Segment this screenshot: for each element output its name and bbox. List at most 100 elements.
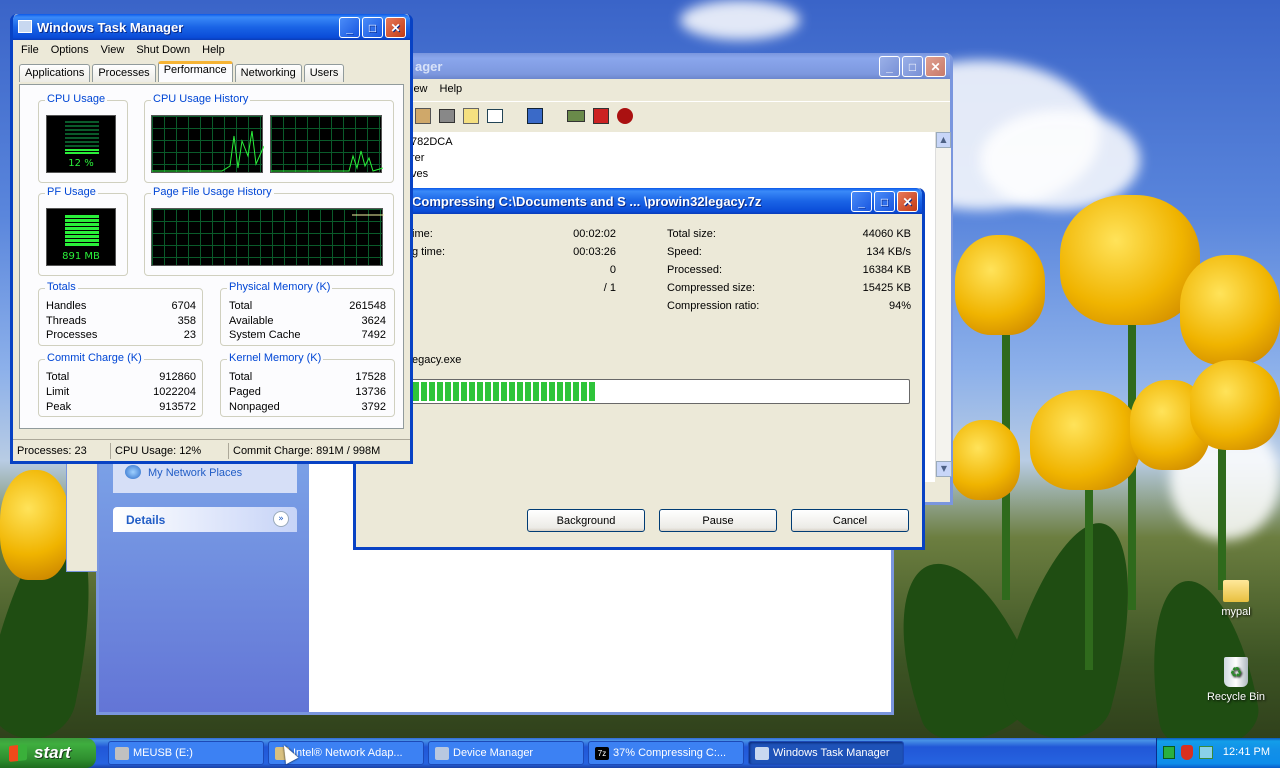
vertical-scrollbar[interactable]: ▲ ▼ <box>935 132 952 477</box>
pause-button[interactable]: Pause <box>659 509 777 532</box>
scroll-down-button[interactable]: ▼ <box>936 461 952 477</box>
view-icon[interactable] <box>487 108 503 123</box>
tulip-image <box>1180 255 1280 365</box>
desktop-icon-label: Recycle Bin <box>1206 691 1266 703</box>
background-button[interactable]: Background <box>527 509 645 532</box>
security-shield-icon[interactable] <box>1181 745 1193 760</box>
pf-usage-value: 891 MB <box>62 251 100 262</box>
tab-strip: Applications Processes Performance Netwo… <box>13 60 410 82</box>
desktop-icon-recycle-bin[interactable]: ♻ Recycle Bin <box>1201 657 1271 703</box>
progress-bar <box>410 379 910 404</box>
details-label: Details <box>126 513 166 527</box>
network-status-icon[interactable] <box>1199 746 1213 759</box>
menu-shut-down[interactable]: Shut Down <box>130 44 196 56</box>
current-file: egacy.exe <box>412 354 462 366</box>
taskbar-button-meusb[interactable]: MEUSB (E:) <box>108 741 264 765</box>
menu-help[interactable]: Help <box>434 83 469 95</box>
maximize-button[interactable]: □ <box>874 191 895 212</box>
tulip-image <box>1060 195 1200 325</box>
status-processes: Processes: 23 <box>13 442 111 459</box>
tulip-image <box>950 420 1020 500</box>
tab-networking[interactable]: Networking <box>234 64 302 82</box>
properties-icon[interactable] <box>415 107 431 124</box>
speed-value: 134 KB/s <box>866 246 911 258</box>
uninstall-device-icon[interactable] <box>617 107 633 124</box>
tulip-image <box>1030 390 1140 490</box>
pf-usage-meter: 891 MB <box>46 208 116 266</box>
disable-device-icon[interactable] <box>593 107 609 124</box>
device-manager-titlebar[interactable]: ager _ □ ✕ <box>407 53 950 79</box>
menu-help[interactable]: Help <box>196 44 231 56</box>
compressed-size-label: Compressed size: <box>667 282 756 294</box>
device-manager-menubar: iew Help <box>407 79 950 99</box>
task-manager-window: Windows Task Manager _ □ ✕ File Options … <box>10 14 413 464</box>
close-button[interactable]: ✕ <box>897 191 918 212</box>
processed-label: Processed: <box>667 264 723 276</box>
drive-icon <box>115 747 129 760</box>
menu-file[interactable]: File <box>15 44 45 56</box>
scroll-up-button[interactable]: ▲ <box>936 132 951 148</box>
taskbar-button-7zip[interactable]: 7z 37% Compressing C:... <box>588 741 744 765</box>
task-manager-menubar: File Options View Shut Down Help <box>13 40 410 60</box>
total-size-value: 44060 KB <box>862 228 911 240</box>
chevron-down-icon[interactable]: » <box>273 511 289 527</box>
taskbar: start MEUSB (E:) Intel® Network Adap... … <box>0 738 1280 768</box>
device-manager-icon <box>435 747 449 760</box>
speed-label: Speed: <box>667 246 702 258</box>
tree-item[interactable]: ves <box>411 168 428 180</box>
folder-icon <box>1223 580 1249 602</box>
tab-users[interactable]: Users <box>303 64 345 82</box>
details-panel-header[interactable]: Details » <box>113 507 297 532</box>
pf-history-graph <box>151 208 384 266</box>
print-icon[interactable] <box>439 108 455 123</box>
minimize-button[interactable]: _ <box>851 191 872 212</box>
tab-processes[interactable]: Processes <box>92 64 156 82</box>
taskbar-button-task-manager[interactable]: Windows Task Manager <box>748 741 904 765</box>
minimize-button[interactable]: _ <box>879 56 900 77</box>
taskbar-button-device-manager[interactable]: Device Manager <box>428 741 584 765</box>
remaining-time-label: g time: <box>412 246 446 258</box>
tree-item[interactable]: rer <box>411 152 424 164</box>
window-title: Windows Task Manager <box>37 19 184 35</box>
tulip-image <box>0 470 70 580</box>
maximize-button[interactable]: □ <box>902 56 923 77</box>
clock[interactable]: 12:41 PM <box>1223 746 1270 758</box>
processed-value: 16384 KB <box>862 264 911 276</box>
compression-ratio-value: 94% <box>888 300 911 312</box>
tab-applications[interactable]: Applications <box>19 64 91 82</box>
tray-taskmgr-icon[interactable] <box>1163 746 1175 759</box>
status-bar: Processes: 23 CPU Usage: 12% Commit Char… <box>13 439 410 461</box>
performance-panel: CPU Usage 12 % CPU Usage History PF Usag… <box>19 84 404 429</box>
progress-fill <box>413 382 596 401</box>
elapsed-time-value: 00:02:02 <box>573 228 616 240</box>
close-button[interactable]: ✕ <box>385 17 406 38</box>
menu-view[interactable]: View <box>95 44 131 56</box>
errors-value: / 1 <box>603 282 616 294</box>
recycle-bin-icon: ♻ <box>1224 657 1248 687</box>
network-icon <box>125 465 141 479</box>
window-title: ager <box>415 58 443 74</box>
tree-item[interactable]: 782DCA <box>411 136 453 148</box>
windows-logo-icon <box>9 744 27 762</box>
cpu-history-graph-1 <box>151 115 264 173</box>
start-button[interactable]: start <box>0 738 96 768</box>
compress-titlebar[interactable]: Compressing C:\Documents and S ... \prow… <box>356 188 922 214</box>
cancel-button[interactable]: Cancel <box>791 509 909 532</box>
update-driver-icon[interactable] <box>567 109 585 122</box>
status-cpu-usage: CPU Usage: 12% <box>111 442 229 459</box>
elapsed-time-label: ime: <box>412 228 433 240</box>
desktop-icon-label: mypal <box>1221 606 1251 618</box>
cpu-history-graph-2 <box>270 115 383 173</box>
tulip-image <box>1190 360 1280 450</box>
tab-performance[interactable]: Performance <box>157 61 233 82</box>
scan-hardware-icon[interactable] <box>527 107 543 124</box>
help-icon[interactable] <box>463 107 479 124</box>
menu-options[interactable]: Options <box>45 44 95 56</box>
task-manager-titlebar[interactable]: Windows Task Manager _ □ ✕ <box>13 14 410 40</box>
maximize-button[interactable]: □ <box>362 17 383 38</box>
minimize-button[interactable]: _ <box>339 17 360 38</box>
close-button[interactable]: ✕ <box>925 56 946 77</box>
system-tray: 12:41 PM <box>1156 738 1280 768</box>
desktop-icon-mypal[interactable]: mypal <box>1201 580 1271 618</box>
my-network-places-link[interactable]: My Network Places <box>148 467 242 479</box>
